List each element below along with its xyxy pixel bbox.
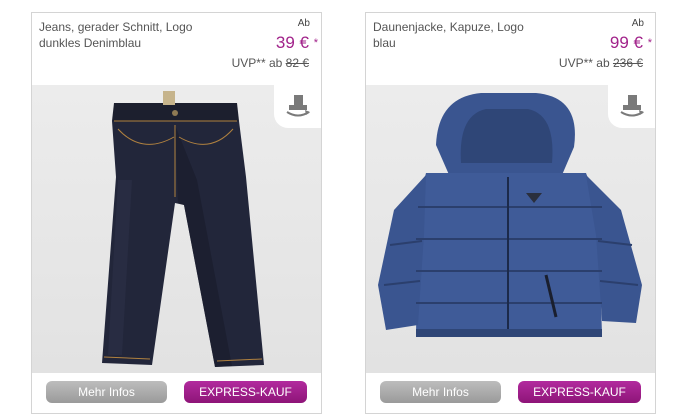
express-buy-button[interactable]: EXPRESS-KAUF	[184, 381, 307, 403]
product-image[interactable]	[32, 85, 321, 373]
rotate-view-tab[interactable]	[608, 85, 655, 128]
product-actions: Mehr Infos EXPRESS-KAUF	[366, 373, 655, 413]
jeans-image	[102, 91, 264, 367]
rotate-view-icon	[620, 95, 644, 117]
uvp-old-price: 236 €	[612, 56, 643, 70]
more-info-button[interactable]: Mehr Infos	[380, 381, 501, 403]
uvp-line: UVP** ab 82 €	[232, 56, 309, 70]
price-from-label: Ab	[297, 18, 310, 29]
price-from-label: Ab	[631, 18, 644, 29]
uvp-old-price: 82 €	[285, 56, 309, 70]
uvp-label: UVP** ab	[231, 56, 283, 70]
product-price: 39 €	[275, 33, 309, 52]
express-buy-button[interactable]: EXPRESS-KAUF	[518, 381, 641, 403]
price-footnote-marker: *	[647, 37, 652, 49]
product-actions: Mehr Infos EXPRESS-KAUF	[32, 373, 321, 413]
uvp-line: UVP** ab 236 €	[559, 56, 643, 70]
price-footnote-marker: *	[313, 37, 318, 49]
product-header: Jeans, gerader Schnitt, Logo dunkles Den…	[32, 13, 321, 85]
rotate-view-icon	[286, 95, 310, 117]
product-title[interactable]: Jeans, gerader Schnitt, Logo dunkles Den…	[39, 19, 214, 51]
product-image[interactable]	[366, 85, 655, 373]
product-price: 99 €	[609, 33, 643, 52]
jacket-image	[378, 93, 642, 337]
product-title[interactable]: Daunenjacke, Kapuze, Logo blau	[373, 19, 548, 51]
rotate-view-tab[interactable]	[274, 85, 321, 128]
product-header: Daunenjacke, Kapuze, Logo blau Ab 99 € *…	[366, 13, 655, 85]
product-card: Jeans, gerader Schnitt, Logo dunkles Den…	[31, 12, 322, 414]
uvp-label: UVP** ab	[558, 56, 610, 70]
product-card: Daunenjacke, Kapuze, Logo blau Ab 99 € *…	[365, 12, 656, 414]
more-info-button[interactable]: Mehr Infos	[46, 381, 167, 403]
